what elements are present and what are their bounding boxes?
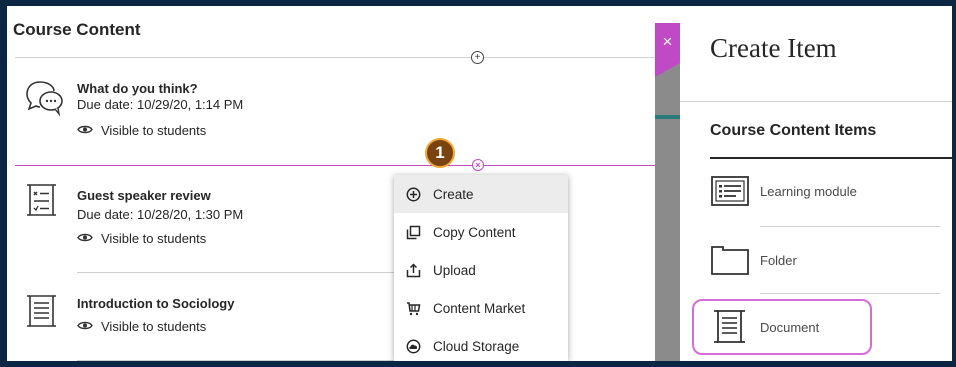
divider [760, 226, 940, 227]
menu-item-label: Content Market [433, 300, 526, 316]
menu-item-label: Upload [433, 262, 476, 278]
browser-frame: Course Content + What do you think? Due … [7, 6, 952, 361]
panel-item-label: Folder [760, 252, 797, 268]
panel-title: Create Item [710, 33, 837, 63]
discussion-icon [25, 79, 65, 122]
upload-icon [405, 262, 421, 278]
step-callout-badge: 1 [425, 138, 455, 168]
panel-item-label: Learning module [760, 183, 857, 199]
item-due-date: Due date: 10/28/20, 1:30 PM [77, 207, 244, 222]
item-title[interactable]: Introduction to Sociology [77, 296, 234, 311]
menu-item-label: Create [433, 186, 474, 202]
eye-icon [77, 231, 93, 246]
cart-icon [405, 300, 421, 316]
item-due-date: Due date: 10/29/20, 1:14 PM [77, 97, 244, 112]
menu-item-label: Copy Content [433, 224, 516, 240]
close-insert-icon[interactable]: × [472, 159, 484, 171]
create-menu: Create Copy Content Upload Content Marke… [394, 175, 568, 361]
menu-item-cloud-storage[interactable]: Cloud Storage [394, 327, 568, 361]
copy-icon [405, 224, 421, 240]
section-title: Course Content Items [710, 122, 877, 139]
close-button-tab [655, 63, 680, 77]
panel-item-folder[interactable]: Folder [710, 240, 950, 280]
document-highlight-outline [692, 299, 872, 355]
divider [760, 293, 940, 294]
document-icon [25, 293, 59, 336]
close-panel-button[interactable]: × [655, 23, 680, 63]
add-content-icon[interactable]: + [471, 51, 484, 64]
course-content-area: Course Content + What do you think? Due … [7, 6, 655, 361]
plus-circle-icon [405, 186, 421, 202]
divider [710, 157, 952, 159]
insertion-line [15, 165, 655, 166]
visibility-label: Visible to students [101, 123, 207, 138]
menu-item-create[interactable]: Create [394, 175, 568, 213]
visibility-label: Visible to students [101, 231, 207, 246]
item-title[interactable]: Guest speaker review [77, 188, 211, 203]
eye-icon [77, 319, 93, 334]
divider [680, 101, 952, 102]
visibility-status[interactable]: Visible to students [77, 319, 206, 334]
divider [77, 272, 395, 273]
menu-item-content-market[interactable]: Content Market [394, 289, 568, 327]
menu-item-label: Cloud Storage [433, 338, 520, 354]
menu-item-copy-content[interactable]: Copy Content [394, 213, 568, 251]
divider [77, 360, 395, 361]
visibility-status[interactable]: Visible to students [77, 231, 206, 246]
cloud-icon [405, 338, 421, 354]
folder-icon [710, 240, 750, 280]
menu-item-upload[interactable]: Upload [394, 251, 568, 289]
page-title: Course Content [13, 20, 141, 39]
item-title[interactable]: What do you think? [77, 81, 198, 96]
visibility-label: Visible to students [101, 319, 207, 334]
eye-icon [77, 123, 93, 138]
learning-module-icon [710, 171, 750, 211]
divider [15, 57, 655, 58]
panel-item-learning-module[interactable]: Learning module [710, 171, 950, 211]
create-item-panel: Create Item Course Content Items Learnin… [680, 6, 952, 361]
checklist-icon [25, 182, 59, 225]
visibility-status[interactable]: Visible to students [77, 123, 206, 138]
